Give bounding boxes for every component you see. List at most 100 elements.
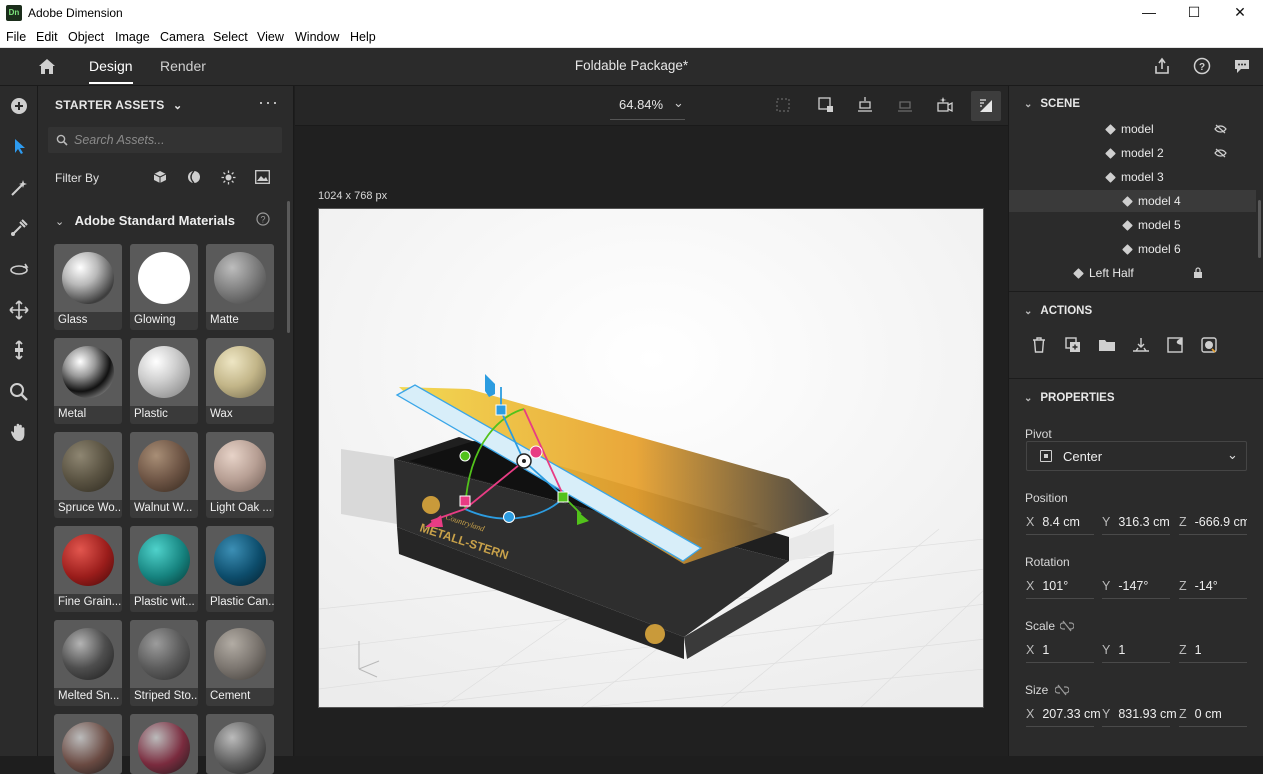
more-options-icon[interactable]: ··· (258, 92, 279, 113)
maximize-button[interactable]: ☐ (1171, 0, 1217, 25)
rotation-z-field[interactable]: Z -14° (1179, 579, 1218, 593)
material-tile[interactable]: Plastic (130, 338, 198, 424)
menu-edit[interactable]: Edit (36, 30, 58, 44)
drop-to-ground-icon[interactable] (856, 96, 874, 114)
lock-icon[interactable] (1193, 267, 1203, 278)
menu-select[interactable]: Select (213, 30, 248, 44)
gizmo-rotate-handle-green[interactable] (459, 450, 471, 462)
duplicate-icon[interactable] (1064, 336, 1082, 354)
hidden-eye-icon[interactable] (1214, 124, 1227, 134)
scene-item[interactable]: model 2 (1009, 142, 1256, 164)
assets-scrollbar[interactable] (287, 201, 290, 333)
material-tile[interactable]: Fine Grain... (54, 526, 122, 612)
pivot-select[interactable]: Center ⌄ (1026, 441, 1247, 471)
group-folder-icon[interactable] (1098, 336, 1116, 354)
minimize-button[interactable]: — (1126, 0, 1172, 25)
share-icon[interactable] (1153, 57, 1171, 75)
material-tile[interactable] (54, 714, 122, 774)
starter-assets-dropdown[interactable]: STARTER ASSETS ⌄ (55, 98, 182, 112)
frame-selection-icon[interactable] (817, 96, 835, 114)
menu-window[interactable]: Window (295, 30, 339, 44)
hidden-eye-icon[interactable] (1214, 148, 1227, 158)
material-tile[interactable]: Plastic Can... (206, 526, 274, 612)
link-proportions-icon[interactable] (1060, 620, 1074, 632)
size-z-field[interactable]: Z 0 cm (1179, 707, 1222, 721)
menu-help[interactable]: Help (350, 30, 376, 44)
material-tile[interactable]: Glowing (130, 244, 198, 330)
gizmo-rotate-handle-blue[interactable] (503, 511, 515, 523)
link-size-icon[interactable] (1055, 684, 1069, 696)
hand-tool-icon[interactable] (7, 420, 31, 444)
filter-images-icon[interactable] (255, 170, 270, 184)
material-tile[interactable]: Wax (206, 338, 274, 424)
gizmo-y-handle[interactable] (495, 404, 507, 416)
menu-object[interactable]: Object (68, 30, 104, 44)
material-tile[interactable]: Metal (54, 338, 122, 424)
scene-item[interactable]: model (1009, 118, 1256, 140)
material-tile[interactable]: Light Oak ... (206, 432, 274, 518)
scene-item[interactable]: Left Half (1009, 262, 1256, 284)
material-tile[interactable]: Matte (206, 244, 274, 330)
position-x-field[interactable]: X 8.4 cm (1026, 515, 1080, 529)
camera-bookmark-icon[interactable] (936, 96, 954, 114)
size-y-field[interactable]: Y 831.93 cm (1102, 707, 1177, 721)
search-input[interactable]: Search Assets... (48, 127, 282, 153)
gizmo-rotate-handle-pink[interactable] (529, 445, 543, 459)
scene-header[interactable]: ⌄ SCENE (1024, 98, 1080, 110)
move-tool-icon[interactable] (7, 298, 31, 322)
scale-z-field[interactable]: Z1 (1179, 643, 1202, 657)
zoom-tool-icon[interactable] (7, 380, 31, 404)
scale-y-field[interactable]: Y1 (1102, 643, 1125, 657)
material-tile[interactable]: Cement (206, 620, 274, 706)
tab-render[interactable]: Render (160, 58, 206, 74)
menu-camera[interactable]: Camera (160, 30, 204, 44)
material-tile[interactable]: Melted Sn... (54, 620, 122, 706)
gizmo-x-handle[interactable] (459, 495, 471, 507)
move-to-ground-icon[interactable] (1132, 336, 1150, 354)
scene-scrollbar[interactable] (1258, 200, 1261, 258)
uv-edit-icon[interactable] (1166, 336, 1184, 354)
select-tool-icon[interactable] (7, 134, 31, 158)
delete-icon[interactable] (1030, 336, 1048, 354)
rotation-x-field[interactable]: X 101° (1026, 579, 1068, 593)
render-preview-button[interactable] (971, 91, 1001, 121)
frame-icon[interactable] (775, 97, 791, 113)
scene-item[interactable]: model 3 (1009, 166, 1256, 188)
menu-image[interactable]: Image (115, 30, 150, 44)
actions-header[interactable]: ⌄ ACTIONS (1024, 305, 1092, 317)
properties-header[interactable]: ⌄ PROPERTIES (1024, 392, 1115, 404)
size-x-field[interactable]: X 207.33 cm (1026, 707, 1101, 721)
material-tile[interactable] (130, 714, 198, 774)
material-tile[interactable]: Striped Sto... (130, 620, 198, 706)
feedback-icon[interactable] (1233, 57, 1251, 75)
position-z-field[interactable]: Z -666.9 cm (1179, 515, 1247, 529)
material-tile[interactable]: Plastic wit... (130, 526, 198, 612)
filter-lights-icon[interactable] (221, 170, 236, 185)
material-tile[interactable]: Walnut W... (130, 432, 198, 518)
close-button[interactable]: ✕ (1217, 0, 1263, 25)
info-help-icon[interactable]: ? (256, 212, 270, 226)
filter-models-icon[interactable] (153, 170, 167, 184)
sample-tool-icon[interactable] (7, 216, 31, 240)
scene-item[interactable]: model 5 (1009, 214, 1256, 236)
position-y-field[interactable]: Y 316.3 cm (1102, 515, 1170, 529)
dolly-tool-icon[interactable] (7, 338, 31, 362)
material-tile[interactable]: Glass (54, 244, 122, 330)
menu-view[interactable]: View (257, 30, 284, 44)
rotation-y-field[interactable]: Y -147° (1102, 579, 1148, 593)
menu-file[interactable]: File (6, 30, 26, 44)
scene-item[interactable]: model 4 (1009, 190, 1256, 212)
help-icon[interactable]: ? (1193, 57, 1211, 75)
orbit-tool-icon[interactable] (7, 258, 31, 282)
material-tile[interactable]: Spruce Wo... (54, 432, 122, 518)
gizmo-z-handle[interactable] (557, 491, 569, 503)
filter-materials-icon[interactable] (187, 170, 201, 184)
create-material-icon[interactable] (1200, 336, 1218, 354)
render-canvas[interactable]: METALL-STERN Countryland (318, 208, 984, 708)
material-tile[interactable] (206, 714, 274, 774)
tab-design[interactable]: Design (89, 58, 133, 84)
home-icon[interactable] (37, 57, 57, 75)
scene-item[interactable]: model 6 (1009, 238, 1256, 260)
add-content-icon[interactable] (7, 94, 31, 118)
magic-wand-icon[interactable] (7, 176, 31, 200)
